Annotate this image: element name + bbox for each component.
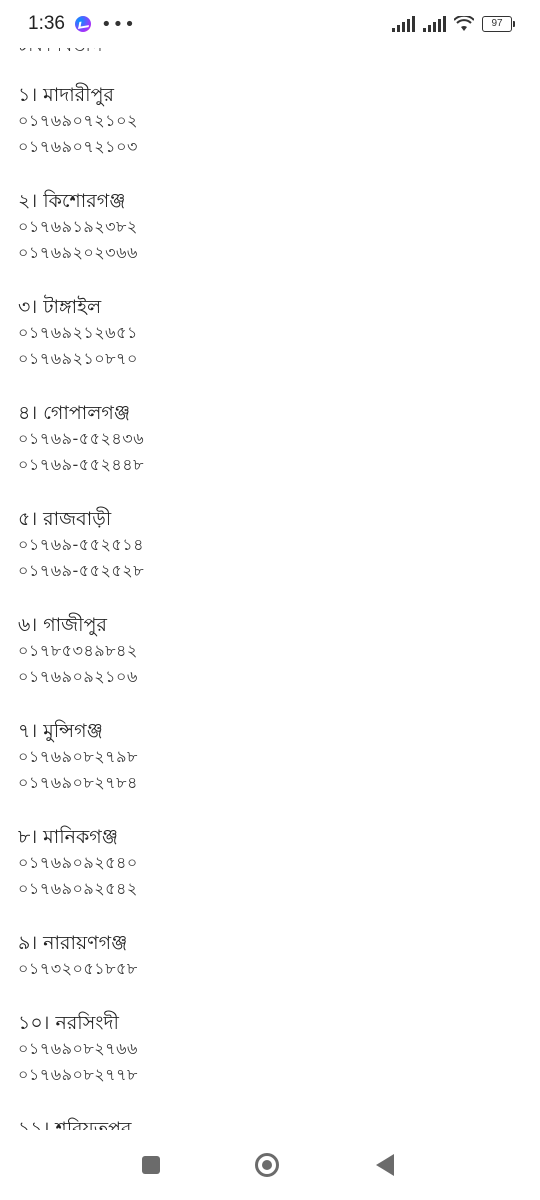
phone-number[interactable]: ০১৭৬৯০৮২৭৮৪	[18, 770, 518, 796]
phone-number[interactable]: ০১৭৬৯২১০৮৭০	[18, 346, 518, 372]
signal-icon	[423, 16, 446, 32]
phone-number[interactable]: ০১৭৬৯০৮২৭৯৮	[18, 744, 518, 770]
entries-container: ১। মাদারীপুর ০১৭৬৯০৭২১০২ ০১৭৬৯০৭২১০৩ ২। কিশ…	[18, 82, 518, 1136]
phone-number[interactable]: ০১৭৬৯২১২৬৫১	[18, 320, 518, 346]
phone-number[interactable]: ০১৭৬৯-৫৫২৫২৮	[18, 558, 518, 584]
phone-number[interactable]: ০১৭৮৫৩৪৯৮৪২	[18, 638, 518, 664]
battery-icon: 97	[482, 16, 515, 32]
list-item: ৭। মুন্সিগঞ্জ ০১৭৬৯০৮২৭৯৮ ০১৭৬৯০৮২৭৮৪	[18, 718, 518, 796]
list-item: ৮। মানিকগঞ্জ ০১৭৬৯০৯২৫৪০ ০১৭৬৯০৯২৫৪২	[18, 824, 518, 902]
back-button[interactable]	[372, 1152, 398, 1178]
district-title: ১। মাদারীপুর	[18, 84, 114, 106]
list-item: ৬। গাজীপুর ০১৭৮৫৩৪৯৮৪২ ০১৭৬৯০৯২১০৬	[18, 612, 518, 690]
phone-number[interactable]: ০১৭৩২০৫১৮৫৮	[18, 956, 518, 982]
status-bar: 1:36 ••• 97	[0, 0, 540, 48]
phone-number[interactable]: ০১৭৬৯০৮২৭৭৮	[18, 1062, 518, 1088]
list-item: ৪। গোপালগঞ্জ ০১৭৬৯-৫৫২৪৩৬ ০১৭৬৯-৫৫২৪৪৮	[18, 400, 518, 478]
district-title: ৬। গাজীপুর	[18, 614, 107, 636]
status-right: 97	[392, 16, 515, 32]
navigation-bar	[0, 1130, 540, 1200]
district-title: ২। কিশোরগঞ্জ	[18, 190, 126, 212]
phone-number[interactable]: ০১৭৬৯০৭২১০৩	[18, 134, 518, 160]
district-title: ৫। রাজবাড়ী	[18, 508, 112, 530]
more-dots-icon: •••	[100, 13, 136, 35]
phone-number[interactable]: ০১৭৬৯০৭২১০২	[18, 108, 518, 134]
status-left: 1:36 •••	[28, 13, 136, 35]
phone-number[interactable]: ০১৭৬৯২০২৩৬৬	[18, 240, 518, 266]
list-item: ১০। নরসিংদী ০১৭৬৯০৮২৭৬৬ ০১৭৬৯০৮২৭৭৮	[18, 1010, 518, 1088]
home-icon	[255, 1153, 279, 1177]
phone-number[interactable]: ০১৭৬৯-৫৫২৫১৪	[18, 532, 518, 558]
list-item: ৩। টাঙ্গাইল ০১৭৬৯২১২৬৫১ ০১৭৬৯২১০৮৭০	[18, 294, 518, 372]
phone-number[interactable]: ০১৭৬৯০৮২৭৬৬	[18, 1036, 518, 1062]
list-item: ৫। রাজবাড়ী ০১৭৬৯-৫৫২৫১৪ ০১৭৬৯-৫৫২৫২৮	[18, 506, 518, 584]
phone-number[interactable]: ০১৭৬৯০৯২৫৪০	[18, 850, 518, 876]
messenger-icon	[74, 16, 91, 32]
district-title: ৪। গোপালগঞ্জ	[18, 402, 131, 424]
back-icon	[376, 1154, 394, 1176]
list-item: ১। মাদারীপুর ০১৭৬৯০৭২১০২ ০১৭৬৯০৭২১০৩	[18, 82, 518, 160]
signal-icon	[392, 16, 415, 32]
list-item: ২। কিশোরগঞ্জ ০১৭৬৯১৯২৩৮২ ০১৭৬৯২০২৩৬৬	[18, 188, 518, 266]
recents-button[interactable]	[138, 1152, 164, 1178]
district-title: ৩। টাঙ্গাইল	[18, 296, 102, 318]
list-item: ৯। নারায়ণগঞ্জ ০১৭৩২০৫১৮৫৮	[18, 930, 518, 982]
district-title: ৭। মুন্সিগঞ্জ	[18, 720, 103, 742]
status-time: 1:36	[28, 13, 65, 34]
phone-number[interactable]: ০১৭৬৯১৯২৩৮২	[18, 214, 518, 240]
phone-number[interactable]: ০১৭৬৯০৯২৫৪২	[18, 876, 518, 902]
district-title: ১০। নরসিংদী	[18, 1012, 119, 1034]
contact-list[interactable]: ঢাকা বিভাগ ১। মাদারীপুর০১৭৬৯০৭২১০২০১৭৬৯০…	[18, 36, 518, 1136]
recents-icon	[142, 1156, 160, 1174]
wifi-icon	[454, 16, 474, 31]
phone-number[interactable]: ০১৭৬৯-৫৫২৪৩৬	[18, 426, 518, 452]
phone-number[interactable]: ০১৭৬৯০৯২১০৬	[18, 664, 518, 690]
district-title: ৮। মানিকগঞ্জ	[18, 826, 118, 848]
district-title: ৯। নারায়ণগঞ্জ	[18, 932, 128, 954]
home-button[interactable]	[254, 1152, 280, 1178]
phone-number[interactable]: ০১৭৬৯-৫৫২৪৪৮	[18, 452, 518, 478]
